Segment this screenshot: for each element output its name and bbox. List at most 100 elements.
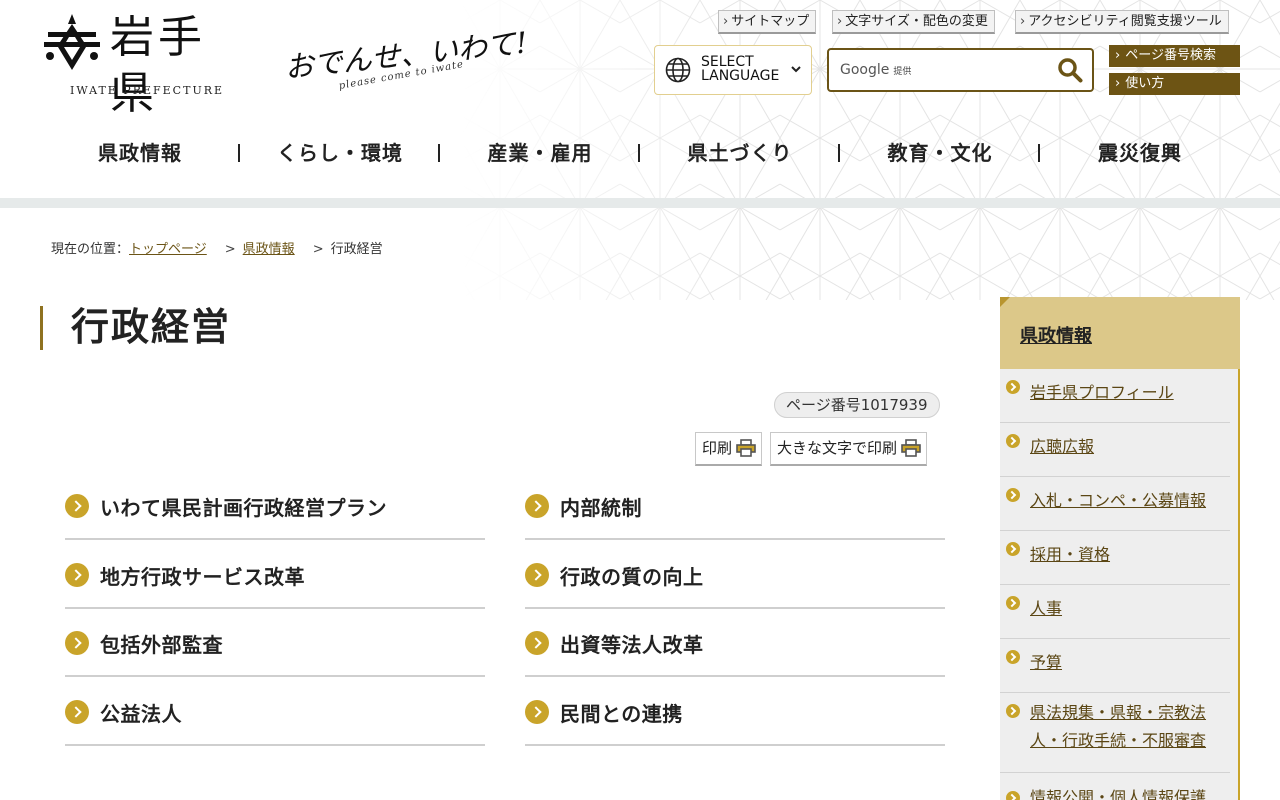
link-item-admin-service-reform[interactable]: 地方行政サービス改革	[65, 541, 485, 609]
side-item-regulations[interactable]: 県法規集・県報・宗教法人・行政手続・不服審査	[1000, 693, 1230, 773]
print-large-text-label: 大きな文字で印刷	[777, 439, 898, 457]
side-item-profile[interactable]: 岩手県プロフィール	[1000, 369, 1230, 423]
breadcrumb-link-prefectural-info[interactable]: 県政情報	[243, 242, 295, 257]
side-item-label: 採用・資格	[1030, 545, 1111, 564]
side-item-public-relations[interactable]: 広聴広報	[1000, 423, 1230, 477]
chevron-right-icon: ›	[1115, 48, 1121, 63]
arrow-circle-icon	[65, 700, 89, 724]
chevron-right-icon: ›	[723, 14, 729, 29]
breadcrumb-link-top[interactable]: トップページ	[129, 242, 207, 257]
link-item-label: 包括外部監査	[100, 633, 223, 657]
chevron-right-icon: ›	[1115, 76, 1121, 91]
accessibility-tool-link[interactable]: › アクセシビリティ閲覧支援ツール	[1015, 10, 1229, 34]
side-item-label: 情報公開・個人情報保護	[1030, 788, 1207, 800]
global-nav: 県政情報 くらし・環境 産業・雇用 県土づくり 教育・文化 震災復興	[40, 128, 1240, 178]
side-item-label: 県法規集・県報・宗教法人・行政手続・不服審査	[1030, 703, 1207, 750]
language-label-line2: LANGUAGE	[701, 68, 780, 84]
link-item-label: いわて県民計画行政経営プラン	[100, 496, 387, 520]
gnav-item-industry-employment[interactable]: 産業・雇用	[440, 128, 640, 178]
page-number-search-label: ページ番号検索	[1125, 48, 1216, 63]
chevron-right-icon: ›	[837, 14, 843, 29]
how-to-use-button[interactable]: › 使い方	[1109, 73, 1240, 95]
logo-subtitle: IWATE PREFECTURE	[70, 84, 225, 97]
arrow-circle-icon	[1006, 380, 1020, 394]
link-item-private-partnership[interactable]: 民間との連携	[525, 678, 945, 746]
arrow-circle-icon	[65, 563, 89, 587]
side-item-recruitment[interactable]: 採用・資格	[1000, 531, 1230, 585]
link-item-corporation-reform[interactable]: 出資等法人改革	[525, 609, 945, 677]
side-nav-accent-rule	[1238, 369, 1240, 800]
arrow-circle-icon	[1006, 488, 1020, 502]
gnav-item-living-environment[interactable]: くらし・環境	[240, 128, 440, 178]
page-number-badge: ページ番号1017939	[774, 392, 940, 418]
prefecture-emblem-icon	[44, 14, 100, 70]
text-size-color-label: 文字サイズ・配色の変更	[845, 14, 988, 29]
print-button[interactable]: 印刷	[695, 432, 763, 466]
arrow-circle-icon	[1006, 434, 1020, 448]
side-item-label: 入札・コンペ・公募情報	[1030, 491, 1207, 510]
arrow-circle-icon	[525, 631, 549, 655]
page-number-search-button[interactable]: › ページ番号検索	[1109, 45, 1240, 67]
language-select[interactable]: SELECT LANGUAGE	[654, 45, 812, 95]
site-header: 岩手県 IWATE PREFECTURE おでんせ、いわて! please co…	[0, 0, 1280, 300]
link-item-label: 出資等法人改革	[560, 633, 704, 657]
side-nav-header: 県政情報	[1000, 297, 1240, 369]
arrow-circle-icon	[525, 563, 549, 587]
arrow-circle-icon	[525, 700, 549, 724]
print-large-text-button[interactable]: 大きな文字で印刷	[770, 432, 928, 466]
breadcrumb-current: 行政経営	[330, 242, 383, 257]
arrow-circle-icon	[1006, 791, 1020, 800]
search-input[interactable]	[829, 50, 1044, 90]
side-item-label: 人事	[1030, 599, 1063, 618]
link-item-label: 民間との連携	[560, 702, 683, 726]
link-item-label: 公益法人	[100, 702, 182, 726]
side-item-budget[interactable]: 予算	[1000, 639, 1230, 693]
arrow-circle-icon	[65, 494, 89, 518]
print-label: 印刷	[702, 439, 733, 457]
link-item-label: 地方行政サービス改革	[100, 565, 305, 589]
arrow-circle-icon	[65, 631, 89, 655]
side-item-information-disclosure[interactable]: 情報公開・個人情報保護	[1000, 773, 1230, 800]
gnav-item-disaster-recovery[interactable]: 震災復興	[1040, 128, 1240, 178]
accessibility-tool-label: アクセシビリティ閲覧支援ツール	[1028, 14, 1222, 29]
globe-icon	[665, 57, 691, 83]
link-item-internal-control[interactable]: 内部統制	[525, 472, 945, 540]
language-label: SELECT LANGUAGE	[701, 55, 779, 83]
how-to-use-label: 使い方	[1125, 76, 1165, 91]
site-logo[interactable]: 岩手県 IWATE PREFECTURE	[40, 10, 240, 119]
arrow-circle-icon	[1006, 596, 1020, 610]
side-item-label: 岩手県プロフィール	[1030, 383, 1174, 402]
link-item-public-interest-corp[interactable]: 公益法人	[65, 678, 485, 746]
chevron-down-icon	[791, 66, 801, 73]
link-item-quality-improvement[interactable]: 行政の質の向上	[525, 541, 945, 609]
search-button[interactable]	[1056, 57, 1084, 85]
side-item-label: 予算	[1030, 653, 1063, 672]
gnav-item-education-culture[interactable]: 教育・文化	[840, 128, 1040, 178]
side-nav: 県政情報 岩手県プロフィール 広聴広報 入札・コンペ・公募情報 採用・資格 人事…	[1000, 297, 1240, 800]
chevron-right-icon: ›	[1020, 14, 1026, 29]
header-divider	[0, 198, 1280, 208]
arrow-circle-icon	[525, 494, 549, 518]
breadcrumb-separator: >	[312, 242, 324, 257]
printer-icon	[901, 438, 921, 457]
breadcrumb: 現在の位置：トップページ > 県政情報 > 行政経営	[51, 238, 383, 257]
arrow-circle-icon	[1006, 704, 1020, 718]
link-item-plan[interactable]: いわて県民計画行政経営プラン	[65, 472, 485, 540]
catchphrase: おでんせ、いわて! please come to iwate	[283, 18, 529, 92]
language-label-line1: SELECT	[701, 54, 754, 70]
side-item-label: 広聴広報	[1030, 437, 1095, 456]
side-item-personnel[interactable]: 人事	[1000, 585, 1230, 639]
breadcrumb-separator: >	[224, 242, 236, 257]
gnav-item-land-development[interactable]: 県土づくり	[640, 128, 840, 178]
gnav-item-prefectural-info[interactable]: 県政情報	[40, 128, 240, 178]
text-size-color-link[interactable]: › 文字サイズ・配色の変更	[832, 10, 995, 34]
search-icon	[1058, 58, 1083, 83]
printer-icon	[736, 438, 756, 457]
arrow-circle-icon	[1006, 650, 1020, 664]
link-item-external-audit[interactable]: 包括外部監査	[65, 609, 485, 677]
side-item-bidding[interactable]: 入札・コンペ・公募情報	[1000, 477, 1230, 531]
sitemap-label: サイトマップ	[731, 14, 810, 29]
side-nav-title[interactable]: 県政情報	[1020, 322, 1092, 348]
arrow-circle-icon	[1006, 542, 1020, 556]
sitemap-link[interactable]: › サイトマップ	[718, 10, 817, 34]
